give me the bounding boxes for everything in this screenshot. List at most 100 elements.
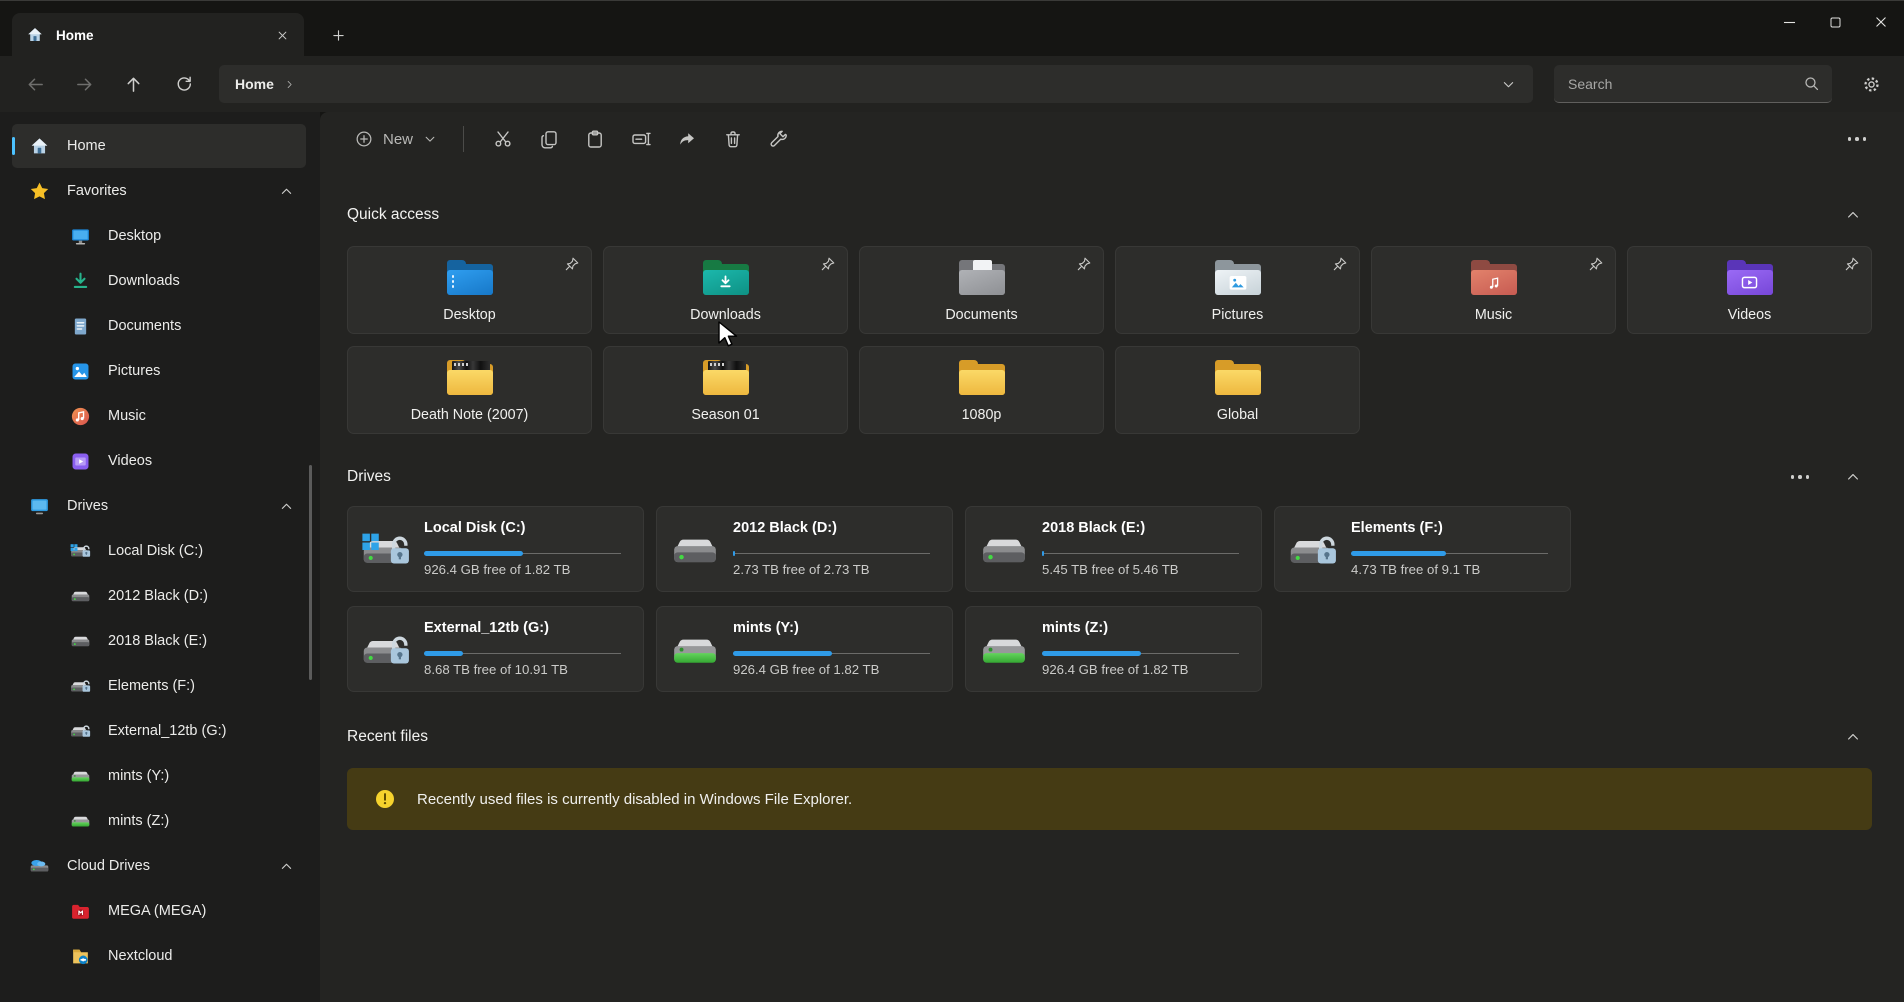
- settings-gear-button[interactable]: [1852, 66, 1890, 102]
- refresh-button[interactable]: [166, 66, 202, 102]
- music-folder-icon: [1471, 260, 1517, 295]
- quick-access-tile-season-01[interactable]: Season 01: [603, 346, 848, 434]
- copy-button[interactable]: [526, 119, 572, 159]
- chevron-up-icon[interactable]: [279, 499, 294, 514]
- quick-access-tile-pictures[interactable]: Pictures: [1115, 246, 1360, 334]
- drive-name: mints (Z:): [1042, 620, 1108, 636]
- navigation-bar: Home: [0, 56, 1904, 112]
- quick-access-tile-documents[interactable]: Documents: [859, 246, 1104, 334]
- maximize-button[interactable]: [1812, 1, 1858, 43]
- back-button[interactable]: [17, 66, 53, 102]
- sidebar-item-mints-z[interactable]: mints (Z:): [12, 799, 306, 843]
- drive-capacity: 2.73 TB free of 2.73 TB: [733, 562, 870, 577]
- sidebar-item-nextcloud[interactable]: Nextcloud: [12, 934, 306, 978]
- quick-access-tile-1080p[interactable]: 1080p: [859, 346, 1104, 434]
- sidebar-item-desktop[interactable]: Desktop: [12, 214, 306, 258]
- quick-access-title: Quick access: [347, 206, 439, 224]
- drive-tile-d[interactable]: 2012 Black (D:) 2.73 TB free of 2.73 TB: [656, 506, 953, 592]
- search-box[interactable]: [1554, 65, 1832, 103]
- sidebar-item-mints-y[interactable]: mints (Y:): [12, 754, 306, 798]
- sidebar-item-2012-black-d[interactable]: 2012 Black (D:): [12, 574, 306, 618]
- sidebar-group-cloud-drives[interactable]: Cloud Drives: [12, 844, 306, 888]
- quick-access-tile-videos[interactable]: Videos: [1627, 246, 1872, 334]
- drive-tile-g[interactable]: External_12tb (G:) 8.68 TB free of 10.91…: [347, 606, 644, 692]
- tile-label: Documents: [868, 307, 1095, 323]
- sidebar-item-label: Downloads: [108, 273, 180, 289]
- forward-button[interactable]: [66, 66, 102, 102]
- recent-files-title: Recent files: [347, 728, 428, 746]
- paste-button[interactable]: [572, 119, 618, 159]
- delete-button[interactable]: [710, 119, 756, 159]
- address-bar[interactable]: Home: [219, 65, 1533, 103]
- sidebar-item-downloads[interactable]: Downloads: [12, 259, 306, 303]
- tile-label: Downloads: [612, 307, 839, 323]
- drive-usage-bar: [424, 653, 621, 654]
- drive-name: mints (Y:): [733, 620, 799, 636]
- pin-icon[interactable]: [1843, 256, 1860, 273]
- quick-access-collapse-button[interactable]: [1838, 201, 1868, 229]
- drive-tile-c[interactable]: Local Disk (C:) 926.4 GB free of 1.82 TB: [347, 506, 644, 592]
- drive-icon: [70, 586, 91, 607]
- quick-access-tile-desktop[interactable]: Desktop: [347, 246, 592, 334]
- sidebar-item-external-12tb-g[interactable]: External_12tb (G:): [12, 709, 306, 753]
- drives-row-2: External_12tb (G:) 8.68 TB free of 10.91…: [347, 606, 1262, 692]
- cut-button[interactable]: [480, 119, 526, 159]
- sidebar-group-favorites[interactable]: Favorites: [12, 169, 306, 213]
- up-button[interactable]: [115, 66, 151, 102]
- chevron-up-icon[interactable]: [279, 184, 294, 199]
- sidebar-item-documents[interactable]: Documents: [12, 304, 306, 348]
- sidebar-item-mega[interactable]: MEGA (MEGA): [12, 889, 306, 933]
- locked-drive-icon: [70, 676, 91, 697]
- drives-collapse-button[interactable]: [1838, 463, 1868, 491]
- new-button[interactable]: New: [347, 124, 445, 154]
- pin-icon[interactable]: [1331, 256, 1348, 273]
- media-folder-icon: [447, 360, 493, 395]
- quick-access-tile-downloads[interactable]: Downloads: [603, 246, 848, 334]
- rename-button[interactable]: [618, 119, 664, 159]
- tile-label: Music: [1380, 307, 1607, 323]
- share-icon: [677, 129, 697, 149]
- star-icon: [29, 181, 50, 202]
- trash-icon: [723, 129, 743, 149]
- wrench-icon: [769, 129, 789, 149]
- drive-tile-f[interactable]: Elements (F:) 4.73 TB free of 9.1 TB: [1274, 506, 1571, 592]
- downloads-icon: [70, 271, 91, 292]
- sidebar-item-label: mints (Y:): [108, 768, 169, 784]
- pin-icon[interactable]: [1587, 256, 1604, 273]
- tab-close-button[interactable]: [268, 21, 296, 49]
- sidebar-item-videos[interactable]: Videos: [12, 439, 306, 483]
- drive-tile-z[interactable]: mints (Z:) 926.4 GB free of 1.82 TB: [965, 606, 1262, 692]
- quick-access-tile-global[interactable]: Global: [1115, 346, 1360, 434]
- sidebar-group-drives[interactable]: Drives: [12, 484, 306, 528]
- pin-icon[interactable]: [563, 256, 580, 273]
- sidebar-scrollbar[interactable]: [309, 465, 312, 680]
- sidebar-item-home[interactable]: Home: [12, 124, 306, 168]
- tools-button[interactable]: [756, 119, 802, 159]
- drives-more-button[interactable]: [1783, 463, 1817, 491]
- breadcrumb-home[interactable]: Home: [235, 76, 274, 92]
- sidebar-item-elements-f[interactable]: Elements (F:): [12, 664, 306, 708]
- tab-home[interactable]: Home: [12, 13, 304, 57]
- sidebar-item-pictures[interactable]: Pictures: [12, 349, 306, 393]
- sidebar-item-music[interactable]: Music: [12, 394, 306, 438]
- close-button[interactable]: [1858, 1, 1904, 43]
- pin-icon[interactable]: [1075, 256, 1092, 273]
- system-drive-icon: [70, 541, 91, 562]
- pin-icon[interactable]: [819, 256, 836, 273]
- share-button[interactable]: [664, 119, 710, 159]
- drive-tile-e[interactable]: 2018 Black (E:) 5.45 TB free of 5.46 TB: [965, 506, 1262, 592]
- sidebar-item-2018-black-e[interactable]: 2018 Black (E:): [12, 619, 306, 663]
- minimize-button[interactable]: [1766, 1, 1812, 43]
- new-tab-button[interactable]: [322, 19, 354, 51]
- recent-files-collapse-button[interactable]: [1838, 723, 1868, 751]
- drive-tile-y[interactable]: mints (Y:) 926.4 GB free of 1.82 TB: [656, 606, 953, 692]
- sidebar-item-local-disk-c[interactable]: Local Disk (C:): [12, 529, 306, 573]
- sidebar: Home Favorites Desktop Downloads Documen…: [0, 112, 320, 1002]
- address-dropdown-button[interactable]: [1495, 71, 1521, 97]
- chevron-up-icon[interactable]: [279, 859, 294, 874]
- see-more-button[interactable]: [1836, 121, 1878, 157]
- drive-usage-bar: [1042, 553, 1239, 554]
- quick-access-tile-death-note[interactable]: Death Note (2007): [347, 346, 592, 434]
- search-input[interactable]: [1568, 76, 1803, 92]
- quick-access-tile-music[interactable]: Music: [1371, 246, 1616, 334]
